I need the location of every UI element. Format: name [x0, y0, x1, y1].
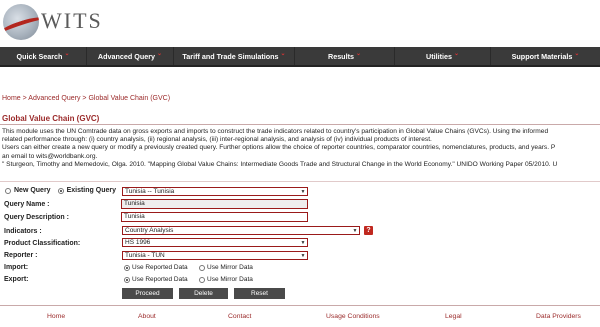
nav-label: Quick Search — [16, 51, 63, 61]
export-label: Export: — [4, 276, 29, 283]
breadcrumb-separator: > — [82, 95, 87, 102]
query-description-field[interactable]: Tunisia — [121, 212, 308, 222]
import-label: Import: — [4, 264, 29, 271]
query-description-value: Tunisia — [124, 213, 145, 220]
reporter-value: Tunisia - TUN — [125, 252, 165, 259]
wits-globe-logo-icon[interactable] — [3, 4, 39, 40]
nav-label: Support Materials — [511, 51, 573, 61]
nav-label: Results — [328, 51, 354, 61]
dropdown-arrow-icon: ▼ — [300, 240, 306, 246]
chevron-down-icon: ⌄ — [574, 50, 580, 57]
indicators-value: Country Analysis — [125, 227, 174, 234]
delete-button[interactable]: Delete — [179, 288, 228, 299]
reporter-label: Reporter : — [4, 252, 38, 259]
dropdown-arrow-icon: ▼ — [352, 228, 358, 234]
breadcrumb: Home > Advanced Query > Global Value Cha… — [2, 95, 170, 102]
chevron-down-icon: ⌄ — [157, 50, 163, 57]
footer-contact-link[interactable]: Contact — [228, 313, 251, 320]
chevron-down-icon: ⌄ — [280, 50, 286, 57]
query-name-field[interactable]: Tunisia — [121, 199, 308, 209]
nav-advanced-query[interactable]: Advanced Query ⌄ — [87, 47, 174, 65]
description-line: Users can either create a new query or m… — [2, 144, 556, 152]
product-classification-select[interactable]: HS 1996 ▼ — [122, 238, 308, 247]
query-name-label: Query Name : — [4, 201, 50, 208]
footer-about-link[interactable]: About — [138, 313, 156, 320]
description-line: " Sturgeon, Timothy and Memedovic, Olga.… — [2, 160, 558, 168]
indicators-label: Indicators : — [4, 228, 42, 235]
chevron-down-icon: ⌄ — [355, 50, 361, 57]
reset-button[interactable]: Reset — [234, 288, 285, 299]
export-reported-radio[interactable] — [124, 276, 130, 283]
footer-usage-conditions-link[interactable]: Usage Conditions — [326, 313, 380, 320]
breadcrumb-current: Global Value Chain (GVC) — [88, 95, 171, 102]
product-classification-value: HS 1996 — [125, 239, 151, 246]
title-divider — [0, 124, 600, 125]
nav-support-materials[interactable]: Support Materials ⌄ — [491, 47, 600, 65]
form-divider — [0, 181, 600, 182]
import-reported-label: Use Reported Data — [132, 264, 188, 271]
nav-utilities[interactable]: Utilities ⌄ — [395, 47, 491, 65]
existing-query-label: Existing Query — [66, 187, 116, 194]
query-mode-row: New Query Existing Query — [5, 187, 116, 194]
nav-tariff-trade-simulations[interactable]: Tariff and Trade Simulations ⌄ — [174, 47, 295, 65]
footer-home-link[interactable]: Home — [47, 313, 65, 320]
export-reported-label: Use Reported Data — [132, 276, 188, 283]
page-title: Global Value Chain (GVC) — [2, 114, 100, 123]
dropdown-arrow-icon: ▼ — [300, 253, 306, 259]
help-icon[interactable]: ? — [364, 226, 373, 235]
import-mirror-option[interactable]: Use Mirror Data — [199, 264, 253, 271]
description-line: related performance through: (i) country… — [2, 136, 432, 144]
footer-divider — [0, 305, 600, 306]
breadcrumb-separator: > — [22, 95, 27, 102]
nav-label: Utilities — [426, 51, 452, 61]
existing-query-radio[interactable] — [57, 187, 64, 194]
reporter-select[interactable]: Tunisia - TUN ▼ — [122, 251, 308, 260]
footer-legal-link[interactable]: Legal — [445, 313, 462, 320]
indicators-select[interactable]: Country Analysis ▼ — [122, 226, 360, 235]
chevron-down-icon: ⌄ — [64, 50, 70, 57]
new-query-label: New Query — [14, 187, 51, 194]
breadcrumb-advanced-query[interactable]: Advanced Query — [28, 95, 80, 102]
site-header: WITS — [0, 0, 600, 44]
product-classification-label: Product Classification: — [4, 240, 81, 247]
dropdown-arrow-icon: ▼ — [300, 189, 306, 195]
nav-label: Advanced Query — [97, 51, 156, 61]
query-name-value: Tunisia — [124, 200, 145, 207]
import-reported-option[interactable]: Use Reported Data — [124, 264, 188, 271]
export-mirror-radio[interactable] — [199, 276, 205, 283]
logo-text[interactable]: WITS — [41, 8, 103, 34]
module-description: This module uses the UN Comtrade data on… — [2, 128, 600, 169]
export-reported-option[interactable]: Use Reported Data — [124, 276, 188, 283]
existing-query-value: Tunisia -- Tunisia — [125, 188, 175, 195]
query-description-label: Query Description : — [4, 214, 69, 221]
description-line: an email to wits@worldbank.org. — [2, 152, 98, 160]
footer-data-providers-link[interactable]: Data Providers — [536, 313, 581, 320]
nav-quick-search[interactable]: Quick Search ⌄ — [0, 47, 87, 65]
export-mirror-label: Use Mirror Data — [207, 276, 253, 283]
import-mirror-radio[interactable] — [199, 264, 205, 271]
nav-results[interactable]: Results ⌄ — [295, 47, 395, 65]
chevron-down-icon: ⌄ — [453, 50, 459, 57]
breadcrumb-home[interactable]: Home — [2, 95, 21, 102]
existing-query-select[interactable]: Tunisia -- Tunisia ▼ — [122, 187, 308, 196]
main-nav: Quick Search ⌄ Advanced Query ⌄ Tariff and… — [0, 47, 600, 67]
export-mirror-option[interactable]: Use Mirror Data — [199, 276, 253, 283]
import-mirror-label: Use Mirror Data — [207, 264, 253, 271]
proceed-button[interactable]: Proceed — [122, 288, 173, 299]
import-reported-radio[interactable] — [124, 264, 130, 271]
new-query-radio[interactable] — [5, 187, 11, 194]
nav-label: Tariff and Trade Simulations — [182, 51, 279, 61]
description-line: This module uses the UN Comtrade data on… — [2, 128, 549, 135]
